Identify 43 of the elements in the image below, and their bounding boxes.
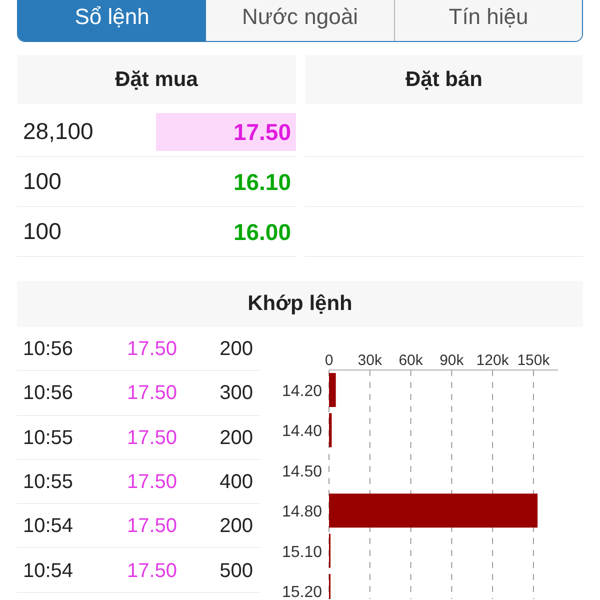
bid-price: 16.00 xyxy=(232,218,292,246)
trade-time: 10:55 xyxy=(23,426,74,450)
trade-price: 17.50 xyxy=(127,338,178,362)
category-label: 14.40 xyxy=(282,423,322,440)
bid-price: 16.10 xyxy=(232,168,292,196)
bar xyxy=(329,373,336,407)
trade-price: 17.50 xyxy=(127,471,178,494)
category-label: 14.50 xyxy=(282,463,322,480)
bar xyxy=(329,413,332,448)
trade-time: 10:56 xyxy=(23,338,74,362)
category-label: 14.80 xyxy=(282,504,322,521)
trade-volume: 200 xyxy=(220,338,253,362)
trade-volume: 500 xyxy=(220,560,253,583)
trade-time: 10:55 xyxy=(23,471,74,494)
column-header: Đặt bán xyxy=(305,55,583,104)
tick-label: 120k xyxy=(476,352,509,369)
category-label: 15.20 xyxy=(282,584,322,599)
tick-label: 60k xyxy=(398,352,423,369)
order-volume: 100 xyxy=(22,168,62,195)
category-label: 14.20 xyxy=(282,383,322,400)
trade-price: 17.50 xyxy=(127,426,178,450)
trade-time: 10:54 xyxy=(23,515,74,538)
trade-volume: 200 xyxy=(220,426,253,450)
section-header: Khớp lệnh xyxy=(17,281,583,327)
tab[interactable]: Tín hiệu xyxy=(394,0,582,41)
tick-label: 30k xyxy=(358,352,382,369)
trade-price: 17.50 xyxy=(127,382,178,406)
trade-price: 17.50 xyxy=(127,560,178,583)
trade-volume: 400 xyxy=(220,471,253,494)
trade-volume: 200 xyxy=(220,515,253,538)
category-label: 15.10 xyxy=(282,544,322,561)
tick-label: 90k xyxy=(440,352,464,369)
trade-time: 10:54 xyxy=(23,560,74,583)
tick-label: 0 xyxy=(324,352,334,369)
column-header: Đặt mua xyxy=(17,55,296,104)
order-volume: 28,100 xyxy=(22,118,94,145)
order-volume: 100 xyxy=(22,218,62,245)
trade-price: 17.50 xyxy=(127,515,178,538)
tick-label: 150k xyxy=(517,352,550,369)
tab[interactable]: Sổ lệnh xyxy=(18,0,206,41)
trade-time: 10:56 xyxy=(23,382,74,406)
trade-volume: 300 xyxy=(220,382,253,406)
bid-price: 17.50 xyxy=(156,112,296,150)
